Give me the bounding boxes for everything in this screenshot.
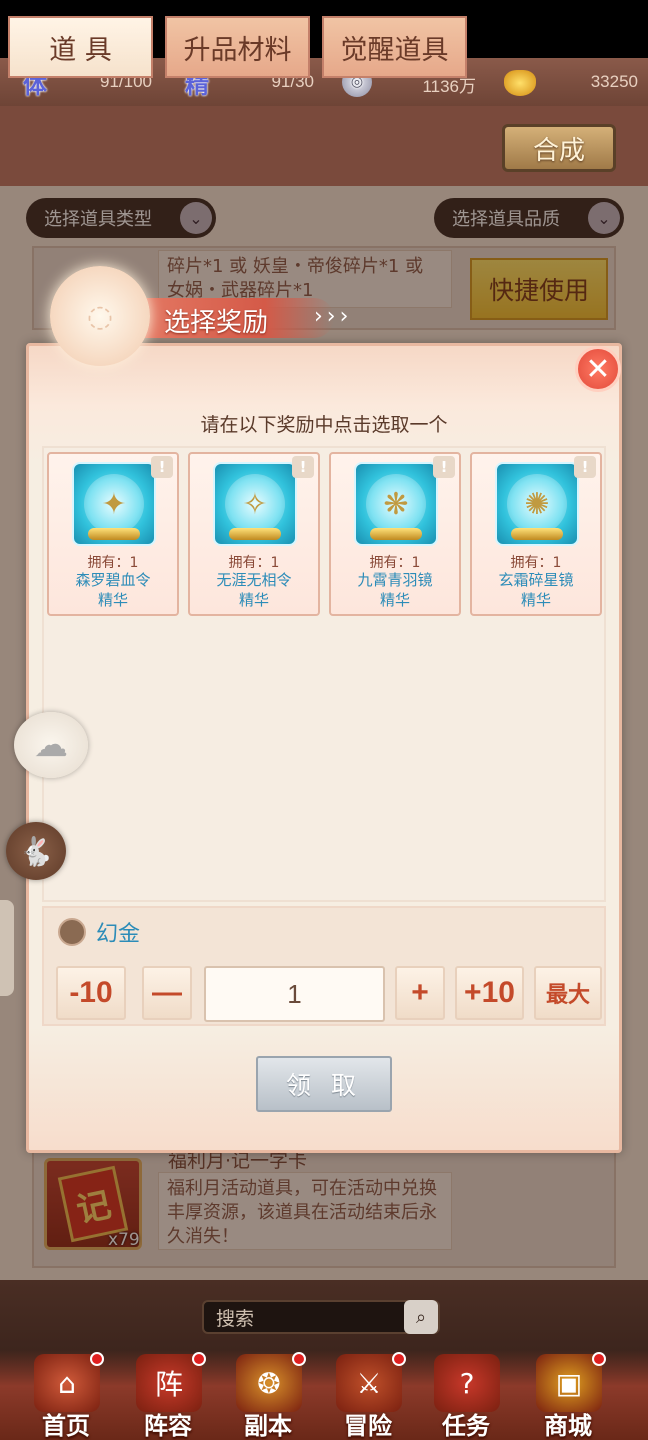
search-placeholder: 搜索 (216, 1307, 255, 1330)
resource-gold[interactable]: 33250 (486, 58, 648, 106)
nav-label: 冒险 (344, 1412, 392, 1440)
nav-label: 首页 (42, 1412, 90, 1440)
essence-orb-icon: ✺ (507, 474, 567, 534)
gold-ingot-icon (504, 70, 536, 96)
quest-icon: ? (434, 1354, 500, 1412)
essence-orb-icon: ✦ (84, 474, 144, 534)
search-input[interactable]: 搜索 ⌕ (202, 1300, 440, 1334)
max-button[interactable]: 最大 (534, 966, 602, 1020)
cloud-chat-icon[interactable]: ☁ (14, 712, 88, 778)
side-drawer-handle[interactable] (0, 900, 14, 996)
dialog-prompt: 请在以下奖励中点击选取一个 (200, 414, 448, 436)
reward-name: 玄霜碎星镜 精华 (498, 571, 574, 609)
essence-orb-icon: ❋ (366, 474, 426, 534)
reward-item-icon: ❋ (354, 462, 438, 546)
notification-dot (592, 1352, 606, 1366)
search-icon[interactable]: ⌕ (404, 1300, 438, 1334)
synthesize-button[interactable]: 合成 (502, 124, 616, 172)
notification-dot (292, 1352, 306, 1366)
nav-item-1[interactable]: 阵阵容 (118, 1350, 218, 1440)
plus-ten-button[interactable]: +10 (455, 966, 524, 1020)
reward-option[interactable]: ✧ ! 拥有：1 无涯无相令 精华 (188, 452, 320, 616)
tab-upgrade-materials[interactable]: 升品材料 (165, 16, 310, 78)
plus-button[interactable]: + (395, 966, 445, 1020)
notification-dot (90, 1352, 104, 1366)
nav-item-0[interactable]: ⌂ 首页 (16, 1350, 116, 1440)
nav-item-5[interactable]: ▣ 商城 (518, 1350, 618, 1440)
gold-value: 33250 (590, 72, 638, 91)
tab-items[interactable]: 道 具 (8, 16, 153, 78)
quantity-input[interactable]: 1 (204, 966, 385, 1022)
nav-label: 任务 (442, 1412, 490, 1440)
reward-owned: 拥有：1 (228, 555, 280, 571)
reward-name: 九霄青羽镜 精华 (357, 571, 433, 609)
arrow-decoration-icon: ››› (314, 304, 353, 329)
close-button[interactable]: ✕ (575, 346, 621, 392)
notification-dot (392, 1352, 406, 1366)
nav-item-4[interactable]: ? 任务 (416, 1350, 516, 1440)
reward-option[interactable]: ✺ ! 拥有：1 玄霜碎星镜 精华 (470, 452, 602, 616)
nav-label: 副本 (244, 1412, 292, 1440)
minus-ten-button[interactable]: -10 (56, 966, 126, 1020)
reward-owned: 拥有：1 (87, 555, 139, 571)
info-icon[interactable]: ! (151, 456, 173, 478)
close-icon: ✕ (585, 351, 611, 387)
nav-label: 商城 (544, 1412, 592, 1440)
reward-item-icon: ✦ (72, 462, 156, 546)
notification-dot (192, 1352, 206, 1366)
reward-owned: 拥有：1 (369, 555, 421, 571)
reward-item-icon: ✺ (495, 462, 579, 546)
moon-emblem-icon: ◌ (50, 266, 150, 366)
rabbit-icon[interactable]: 🐇 (6, 822, 66, 880)
selected-item-name: 幻金 (96, 922, 141, 947)
reward-name: 森罗碧血令 精华 (75, 571, 151, 609)
nav-item-2[interactable]: ❂ 副本 (218, 1350, 318, 1440)
minus-button[interactable]: — (142, 966, 192, 1020)
dialog-banner: ◌ 选择奖励 ››› (14, 266, 424, 366)
reward-item-icon: ✧ (213, 462, 297, 546)
essence-orb-icon: ✧ (225, 474, 285, 534)
claim-button[interactable]: 领 取 (256, 1056, 392, 1112)
dialog-title: 选择奖励 (164, 308, 269, 338)
selected-item-icon (58, 918, 86, 946)
reward-option[interactable]: ❋ ! 拥有：1 九霄青羽镜 精华 (329, 452, 461, 616)
tab-awaken-items[interactable]: 觉醒道具 (322, 16, 467, 78)
reward-name: 无涯无相令 精华 (216, 571, 292, 609)
info-icon[interactable]: ! (574, 456, 596, 478)
reward-option[interactable]: ✦ ! 拥有：1 森罗碧血令 精华 (47, 452, 179, 616)
reward-owned: 拥有：1 (510, 555, 562, 571)
info-icon[interactable]: ! (292, 456, 314, 478)
nav-item-3[interactable]: ⚔ 冒险 (318, 1350, 418, 1440)
info-icon[interactable]: ! (433, 456, 455, 478)
nav-label: 阵容 (144, 1412, 192, 1440)
